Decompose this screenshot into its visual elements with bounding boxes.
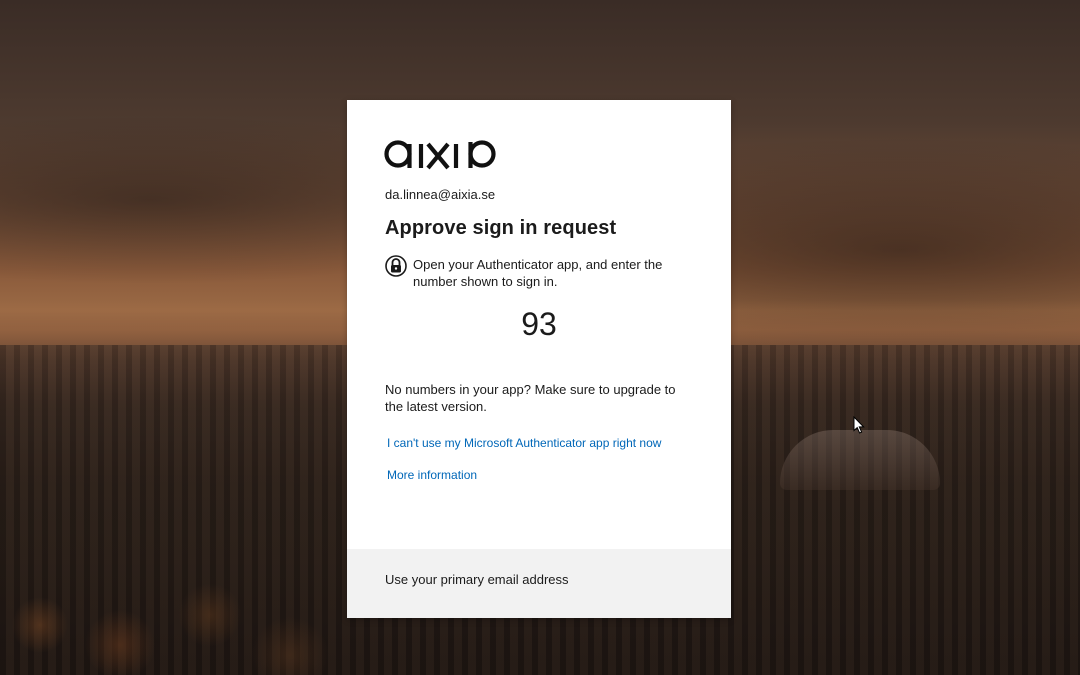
- verification-number: 93: [521, 306, 557, 342]
- instruction-text: Open your Authenticator app, and enter t…: [413, 257, 663, 289]
- authenticator-lock-icon: [385, 255, 407, 277]
- background-trees: [0, 475, 330, 675]
- cant-use-authenticator-link[interactable]: I can't use my Microsoft Authenticator a…: [387, 436, 661, 450]
- more-information-link[interactable]: More information: [387, 468, 477, 482]
- brand-logo: [384, 140, 496, 170]
- card-footer: Use your primary email address: [347, 549, 731, 618]
- upgrade-note: No numbers in your app? Make sure to upg…: [385, 382, 676, 414]
- instruction-row: Open your Authenticator app, and enter t…: [385, 254, 695, 290]
- sign-in-card: da.linnea@aixia.se Approve sign in reque…: [347, 100, 731, 618]
- page-title: Approve sign in request: [385, 217, 617, 239]
- card-body: da.linnea@aixia.se Approve sign in reque…: [347, 100, 731, 549]
- mouse-pointer-icon: [853, 416, 865, 434]
- use-primary-email-option[interactable]: Use your primary email address: [385, 572, 693, 587]
- account-email: da.linnea@aixia.se: [385, 187, 496, 202]
- background-dome: [780, 430, 940, 490]
